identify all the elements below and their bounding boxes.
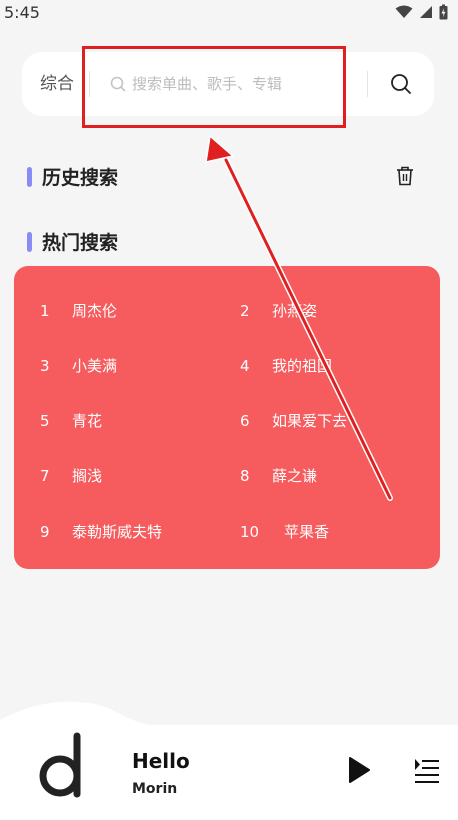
history-section-title: 历史搜索 [27,163,118,190]
player-song-artist: Morin [132,781,178,797]
playlist-button[interactable] [414,758,440,788]
hot-item-rank: 7 [40,466,50,485]
play-icon [349,757,370,783]
hot-item-label: 青花 [72,412,103,430]
hot-item-rank: 2 [240,301,250,320]
hot-item-label: 薛之谦 [272,467,318,485]
hot-item-rank: 6 [240,411,250,430]
hot-search-item[interactable]: 1 周杰伦 [40,300,117,321]
hot-item-label: 周杰伦 [72,302,118,320]
status-time: 5:45 [4,2,40,22]
trash-icon [397,166,413,186]
player-wave-top [0,701,458,730]
battery-charging-icon [439,4,448,20]
hot-item-rank: 5 [40,411,50,430]
player-song-title: Hello [132,749,190,773]
hot-search-panel: 1 周杰伦 2 孙燕姿 3 小美满 4 我的祖国 5 青花 6 如果爱下去 7 … [14,266,440,569]
hot-item-rank: 1 [40,301,50,320]
hot-item-rank: 4 [240,356,250,375]
app-logo-icon [39,732,81,798]
hot-search-item[interactable]: 10 苹果香 [240,521,329,542]
hot-item-label: 我的祖国 [272,357,333,375]
hot-search-item[interactable]: 3 小美满 [40,355,117,376]
history-title-label: 历史搜索 [42,167,119,189]
hot-item-label: 苹果香 [284,523,330,541]
signal-icon [420,6,432,18]
status-bar: 5:45 [0,0,458,24]
section-accent-bar [27,231,32,252]
hot-search-item[interactable]: 2 孙燕姿 [240,300,317,321]
clear-history-button[interactable] [396,166,414,190]
hot-item-label: 孙燕姿 [272,302,318,320]
hot-search-item[interactable]: 5 青花 [40,410,102,431]
hot-search-item[interactable]: 6 如果爱下去 [240,410,347,431]
search-category-selector[interactable]: 综合 [22,71,90,97]
play-button[interactable] [346,755,372,789]
hot-item-label: 泰勒斯威夫特 [72,523,163,541]
hot-search-item[interactable]: 8 薛之谦 [240,465,317,486]
hot-item-rank: 10 [240,522,260,541]
hot-search-item[interactable]: 9 泰勒斯威夫特 [40,521,162,542]
hot-title-label: 热门搜索 [42,232,119,254]
section-accent-bar [27,166,32,187]
playlist-icon [415,759,439,783]
status-icons [395,4,448,20]
hot-item-label: 小美满 [72,357,118,375]
hot-item-rank: 8 [240,466,250,485]
hot-search-item[interactable]: 7 搁浅 [40,465,102,486]
hot-item-rank: 3 [40,356,50,375]
annotation-highlight-box [82,46,346,128]
wifi-icon [395,5,413,18]
hot-search-item[interactable]: 4 我的祖国 [240,355,332,376]
search-icon [391,74,411,94]
hot-item-label: 如果爱下去 [272,412,348,430]
hot-item-rank: 9 [40,522,50,541]
hot-section-title: 热门搜索 [27,228,118,255]
hot-item-label: 搁浅 [72,467,103,485]
search-button[interactable] [368,52,434,116]
mini-player[interactable]: Hello Morin [0,725,458,820]
